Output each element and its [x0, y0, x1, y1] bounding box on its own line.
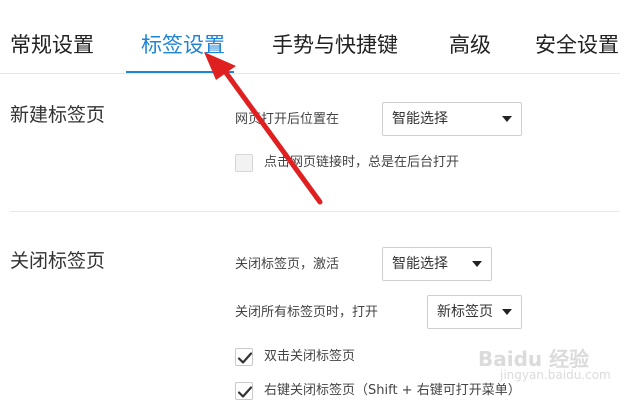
double-click-close-label: 双击关闭标签页 [264, 349, 356, 364]
close-activate-dropdown[interactable]: 智能选择 [382, 247, 492, 281]
section-divider [10, 211, 620, 212]
check-icon [237, 386, 253, 398]
right-click-close-checkbox[interactable] [235, 382, 253, 400]
chevron-down-icon [502, 116, 512, 122]
close-activate-label: 关闭标签页，激活 [235, 257, 340, 272]
chevron-down-icon [472, 261, 482, 267]
tab-security[interactable]: 安全设置 [535, 30, 619, 60]
tab-gestures-shortcuts[interactable]: 手势与快捷键 [272, 30, 398, 60]
right-click-close-label: 右键关闭标签页（Shift + 右键可打开菜单） [264, 383, 521, 398]
background-link-label: 点击网页链接时，总是在后台打开 [264, 155, 460, 170]
tab-advanced[interactable]: 高级 [449, 30, 491, 60]
close-all-label: 关闭所有标签页时，打开 [235, 305, 379, 320]
open-position-value: 智能选择 [392, 111, 448, 127]
close-tab-section-title: 关闭标签页 [10, 250, 106, 272]
tab-general[interactable]: 常规设置 [10, 30, 94, 60]
new-tab-section-title: 新建标签页 [10, 104, 106, 126]
open-position-label: 网页打开后位置在 [235, 112, 340, 127]
settings-tab-bar: 常规设置 标签设置 手势与快捷键 高级 安全设置 [0, 0, 620, 74]
double-click-close-checkbox[interactable] [235, 348, 253, 366]
close-all-dropdown[interactable]: 新标签页 [427, 295, 522, 329]
tab-bar-divider [0, 73, 620, 74]
close-activate-value: 智能选择 [392, 256, 448, 272]
tab-tab-settings[interactable]: 标签设置 [141, 30, 225, 60]
chevron-down-icon [502, 309, 512, 315]
open-position-dropdown[interactable]: 智能选择 [382, 102, 522, 136]
background-link-checkbox[interactable] [235, 154, 253, 172]
watermark-url: jingyan.baidu.com [500, 368, 611, 382]
check-icon [237, 352, 253, 364]
close-all-value: 新标签页 [437, 304, 493, 320]
